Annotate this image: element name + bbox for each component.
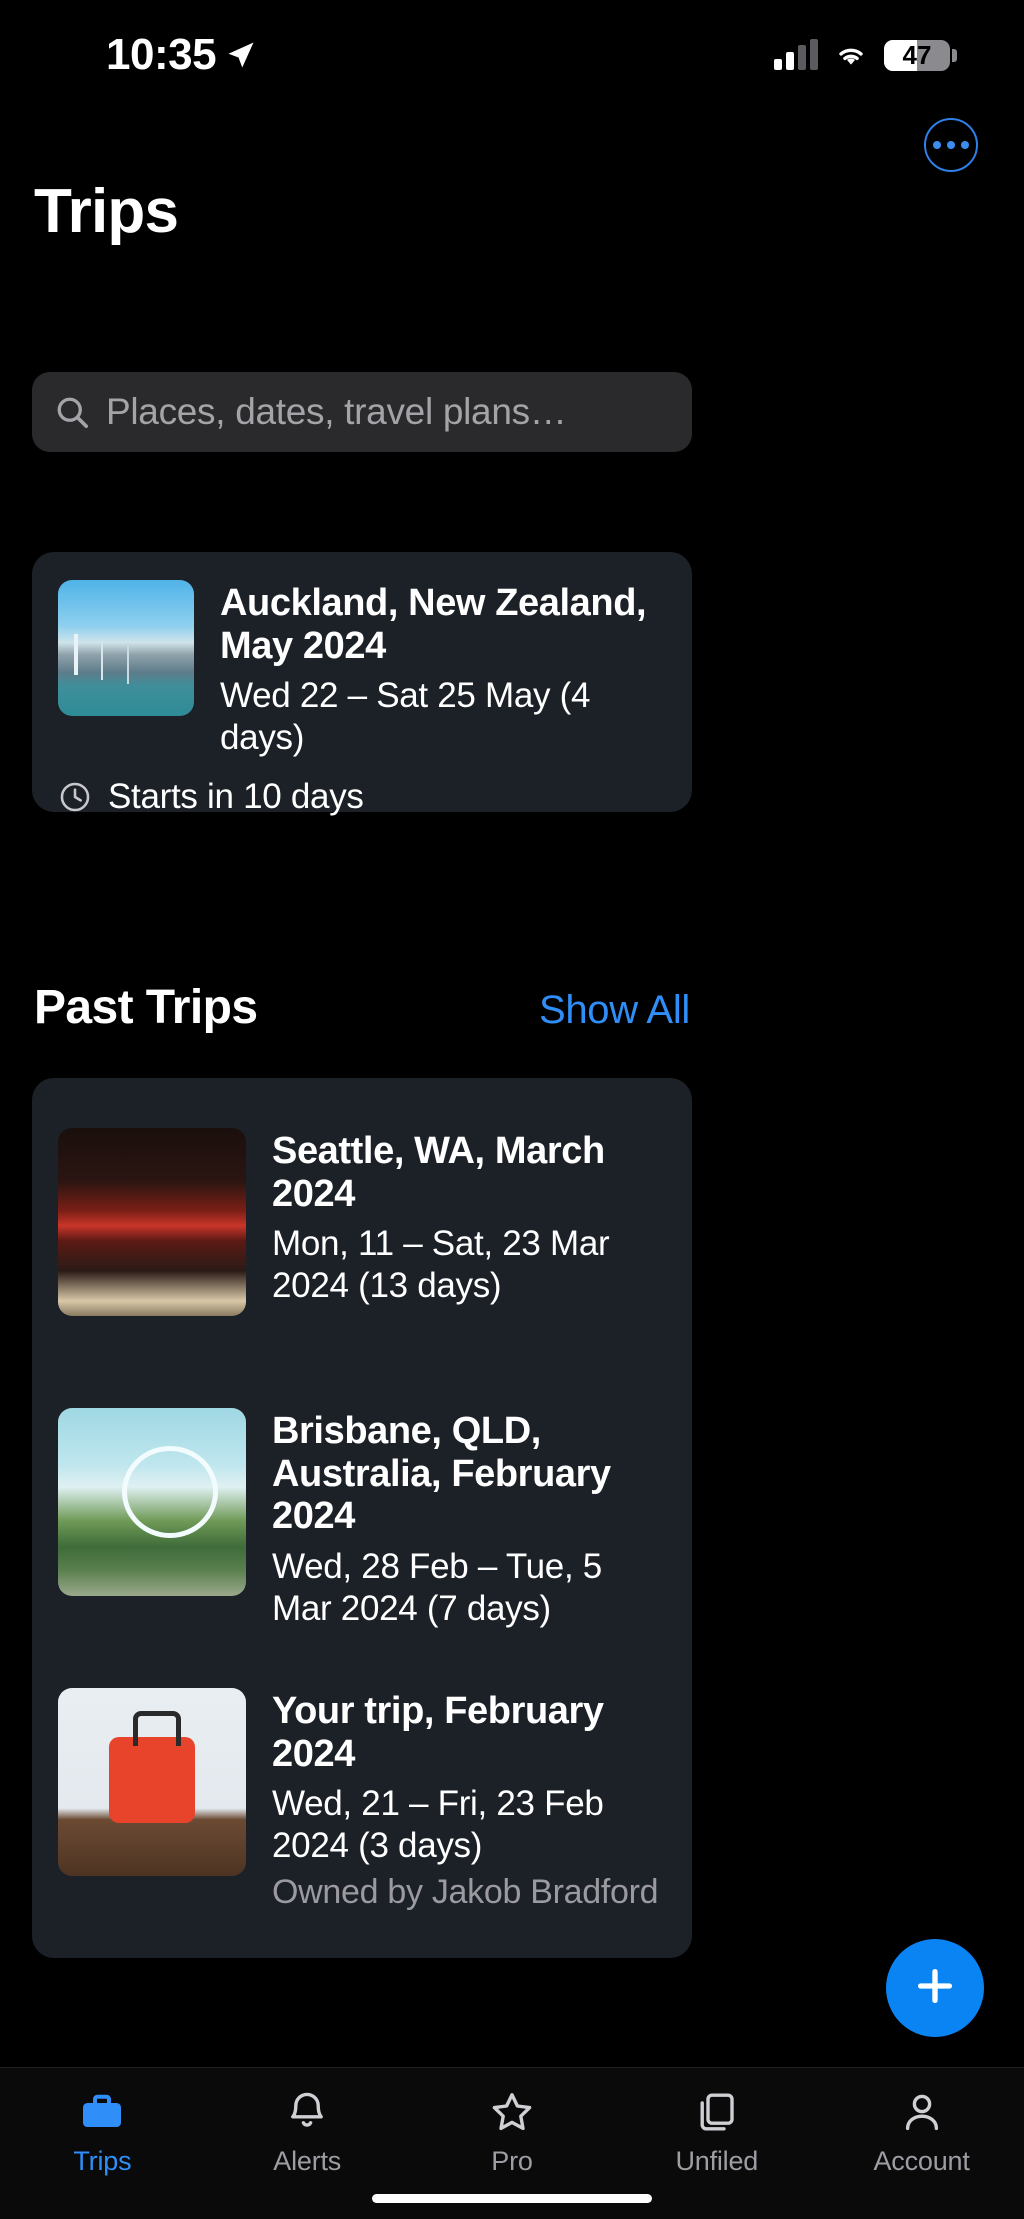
tab-label: Account — [874, 2146, 970, 2177]
search-icon — [54, 394, 90, 430]
wifi-icon — [832, 41, 870, 69]
trip-title: Your trip, February 2024 — [272, 1690, 666, 1775]
tab-label: Unfiled — [675, 2146, 758, 2177]
location-arrow-icon — [226, 40, 256, 70]
status-time: 10:35 — [106, 30, 216, 80]
section-title: Past Trips — [34, 980, 257, 1035]
trip-owner: Owned by Jakob Bradford — [272, 1873, 666, 1912]
add-trip-button[interactable] — [886, 1939, 984, 2037]
search-bar[interactable]: Places, dates, travel plans… — [32, 372, 692, 452]
app-screen: 10:35 47 Trips — [0, 0, 1024, 2219]
status-bar: 10:35 47 — [0, 0, 1024, 110]
clock-icon — [58, 780, 92, 814]
person-icon — [898, 2088, 946, 2136]
cellular-bars-icon — [774, 40, 818, 70]
red-suitcase-thumbnail — [58, 1688, 246, 1876]
more-ellipsis-icon[interactable] — [924, 118, 978, 172]
status-bar-left: 10:35 — [106, 30, 256, 80]
show-all-link[interactable]: Show All — [539, 988, 690, 1033]
tab-label: Alerts — [273, 2146, 341, 2177]
trip-status: Starts in 10 days — [32, 777, 692, 817]
trip-title: Auckland, New Zealand, May 2024 — [220, 582, 666, 667]
past-trips-header: Past Trips Show All — [34, 980, 690, 1035]
home-indicator — [372, 2194, 652, 2203]
trip-dates: Wed 22 – Sat 25 May (4 days) — [220, 675, 666, 759]
trip-status-text: Starts in 10 days — [108, 777, 364, 817]
plus-icon — [912, 1963, 958, 2014]
trip-row[interactable]: Auckland, New Zealand, May 2024 Wed 22 –… — [32, 552, 692, 759]
documents-icon — [693, 2088, 741, 2136]
tab-unfiled[interactable]: Unfiled — [614, 2088, 819, 2177]
tab-label: Pro — [491, 2146, 532, 2177]
trip-title: Seattle, WA, March 2024 — [272, 1130, 666, 1215]
trip-title: Brisbane, QLD, Australia, February 2024 — [272, 1410, 666, 1538]
trip-dates: Mon, 11 – Sat, 23 Mar 2024 (13 days) — [272, 1223, 666, 1307]
list-item[interactable]: Brisbane, QLD, Australia, February 2024 … — [32, 1408, 692, 1630]
tab-account[interactable]: Account — [819, 2088, 1024, 2177]
brisbane-wheel-thumbnail — [58, 1408, 246, 1596]
bell-icon — [283, 2088, 331, 2136]
tab-trips[interactable]: Trips — [0, 2088, 205, 2177]
upcoming-trip-card[interactable]: Auckland, New Zealand, May 2024 Wed 22 –… — [32, 552, 692, 812]
battery-icon: 47 — [884, 40, 950, 71]
battery-percent: 47 — [884, 40, 950, 71]
seattle-public-market-thumbnail — [58, 1128, 246, 1316]
trip-dates: Wed, 21 – Fri, 23 Feb 2024 (3 days) — [272, 1783, 666, 1867]
tab-label: Trips — [73, 2146, 131, 2177]
search-field[interactable]: Places, dates, travel plans… — [32, 372, 692, 452]
briefcase-icon — [78, 2088, 126, 2136]
trip-dates: Wed, 28 Feb – Tue, 5 Mar 2024 (7 days) — [272, 1546, 666, 1630]
trip-text-block: Auckland, New Zealand, May 2024 Wed 22 –… — [220, 580, 666, 759]
auckland-skyline-thumbnail — [58, 580, 194, 716]
tab-alerts[interactable]: Alerts — [205, 2088, 410, 2177]
search-input[interactable]: Places, dates, travel plans… — [106, 391, 567, 433]
page-title: Trips — [34, 176, 178, 247]
list-item[interactable]: Your trip, February 2024 Wed, 21 – Fri, … — [32, 1688, 692, 1912]
list-item[interactable]: Seattle, WA, March 2024 Mon, 11 – Sat, 2… — [32, 1128, 692, 1316]
star-icon — [488, 2088, 536, 2136]
tab-pro[interactable]: Pro — [410, 2088, 615, 2177]
status-bar-right: 47 — [774, 40, 950, 71]
